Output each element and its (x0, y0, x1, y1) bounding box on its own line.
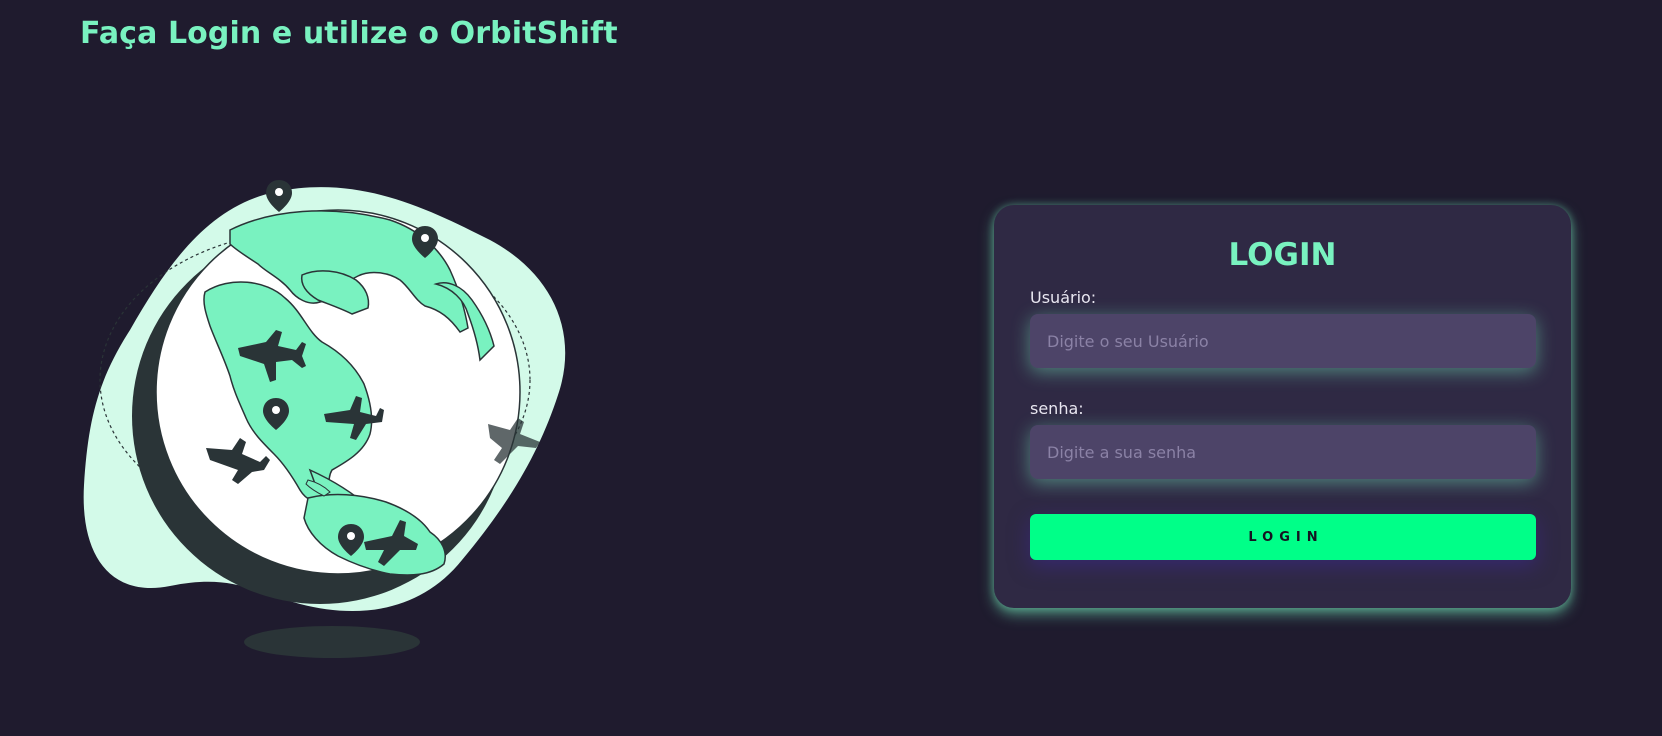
password-input[interactable] (1030, 425, 1536, 479)
login-card: LOGIN Usuário: senha: LOGIN (994, 205, 1571, 608)
username-input[interactable] (1030, 314, 1536, 368)
login-button[interactable]: LOGIN (1030, 514, 1536, 560)
login-heading: LOGIN (1228, 237, 1337, 273)
password-label: senha: (1030, 399, 1084, 418)
login-page: Faça Login e utilize o OrbitShift LOGIN … (0, 0, 1662, 736)
username-label: Usuário: (1030, 288, 1097, 307)
page-title: Faça Login e utilize o OrbitShift (80, 16, 618, 51)
globe-illustration (70, 180, 590, 670)
